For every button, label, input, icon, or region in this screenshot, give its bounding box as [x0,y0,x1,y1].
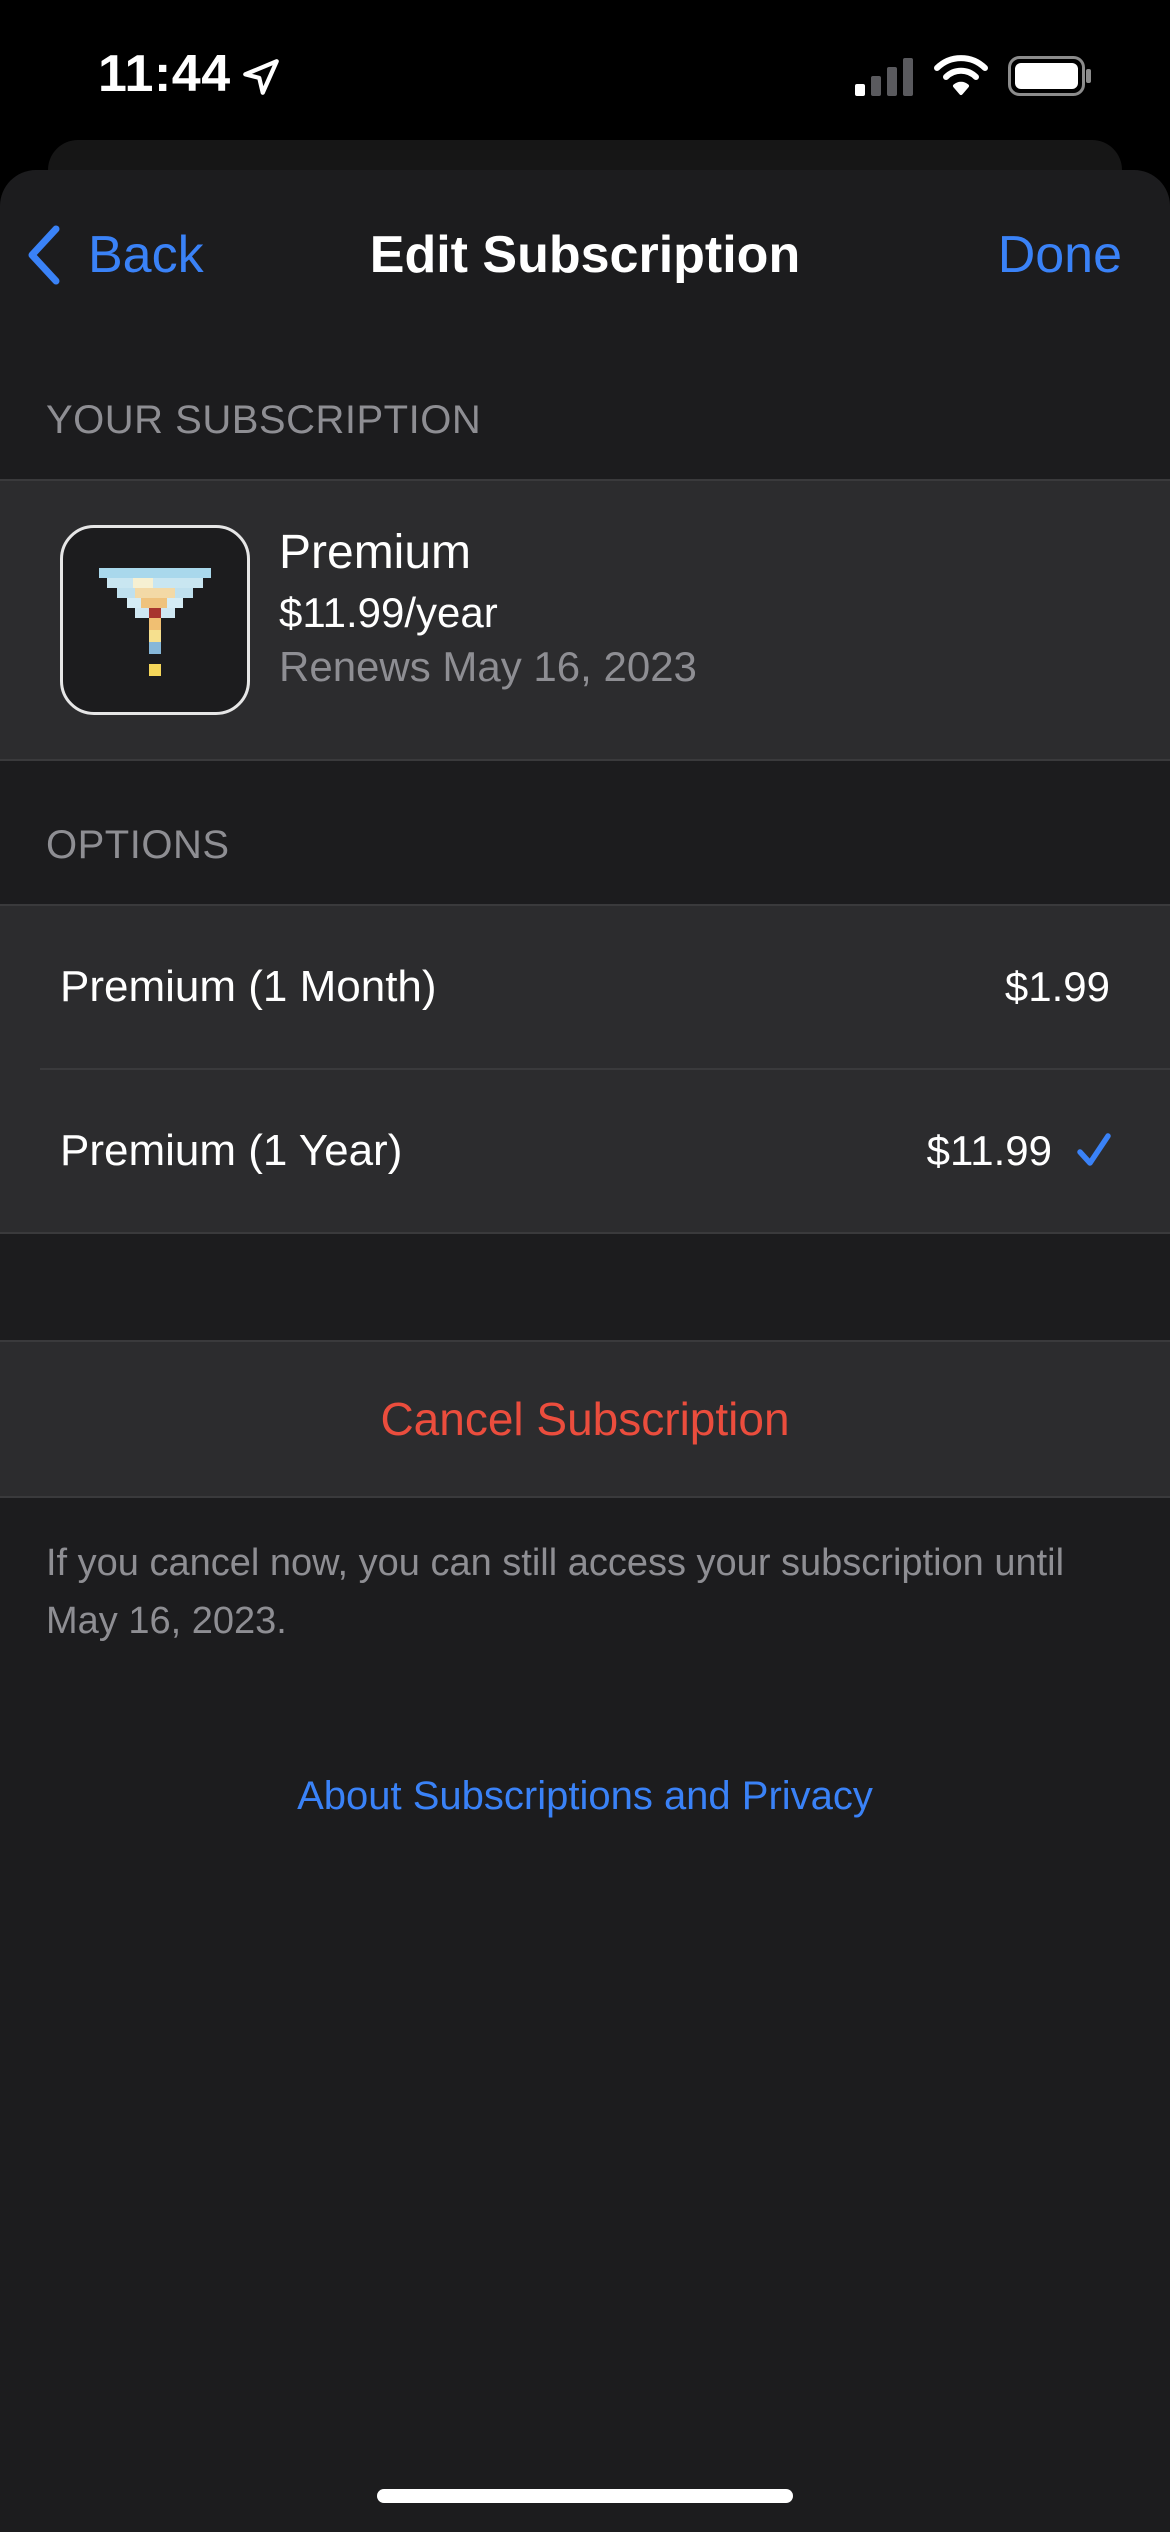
done-button[interactable]: Done [998,220,1122,290]
subscription-price: $11.99/year [279,589,498,636]
option-row-monthly[interactable]: Premium (1 Month) $1.99 [0,906,1170,1068]
cancel-footnote: If you cancel now, you can still access … [46,1542,1065,1642]
status-time: 11:44 [98,45,231,103]
location-arrow-icon [243,59,279,95]
option-price: $11.99 [926,1127,1052,1174]
navigation-bar: Back Edit Subscription Done [0,170,1170,340]
option-row-yearly[interactable]: Premium (1 Year) $11.99 [0,1070,1170,1232]
battery-icon [1008,56,1091,96]
options-list: Premium (1 Month) $1.99 Premium (1 Year)… [0,904,1170,1234]
current-subscription-cell: Premium $11.99/year Renews May 16, 2023 [0,479,1170,761]
martini-glass-icon [99,568,211,676]
cellular-signal-icon [855,58,913,96]
option-price: $1.99 [1004,963,1110,1010]
cancel-subscription-button[interactable]: Cancel Subscription [0,1340,1170,1498]
section-header-your-subscription: YOUR SUBSCRIPTION [46,398,482,442]
subscription-renewal-date: Renews May 16, 2023 [279,643,697,690]
app-icon [60,525,250,715]
about-subscriptions-link[interactable]: About Subscriptions and Privacy [0,1774,1170,1819]
edit-subscription-sheet: Back Edit Subscription Done YOUR SUBSCRI… [0,170,1170,2532]
wifi-icon [934,55,988,95]
page-title: Edit Subscription [369,226,801,284]
status-bar: 11:44 [0,0,1170,150]
home-indicator [377,2489,793,2503]
subscription-name: Premium [279,526,472,579]
section-header-options: OPTIONS [46,823,230,867]
checkmark-icon [1077,1133,1111,1166]
option-label: Premium (1 Year) [60,1126,403,1175]
option-label: Premium (1 Month) [60,962,437,1011]
